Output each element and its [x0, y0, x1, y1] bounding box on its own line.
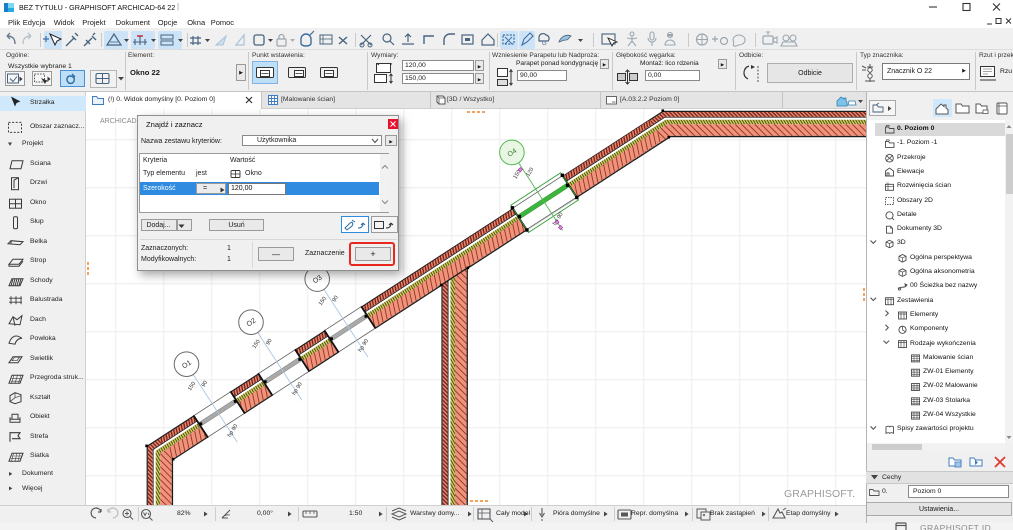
svg-text:GRAPHISOFT.: GRAPHISOFT. — [784, 488, 855, 500]
svg-text:G: G — [542, 41, 547, 47]
svg-text:ARCHICAD: ARCHICAD — [100, 118, 137, 125]
svg-text:no: no — [886, 181, 890, 185]
